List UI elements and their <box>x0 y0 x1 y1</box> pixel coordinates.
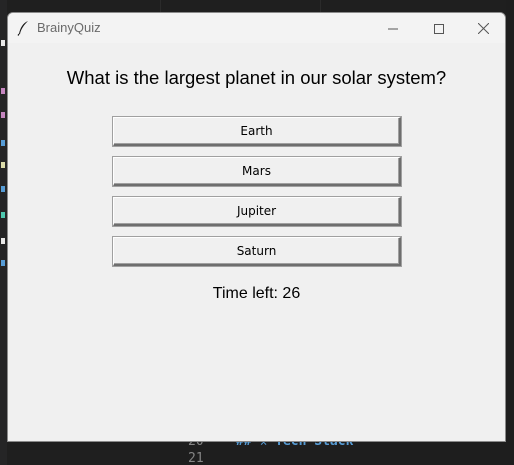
answer-button-mars[interactable]: Mars <box>113 157 401 186</box>
window-title: BrainyQuiz <box>37 20 101 35</box>
bg-glyph <box>1 140 5 146</box>
title-bar[interactable]: BrainyQuiz <box>8 13 505 43</box>
background-code-area: 20 21 ## ⚒ Tech Stack <box>160 434 514 465</box>
bg-glyph <box>1 112 5 118</box>
feather-icon <box>17 20 31 36</box>
bg-glyph <box>1 212 5 218</box>
bg-glyph <box>1 260 5 266</box>
background-right-gutter <box>506 0 514 465</box>
maximize-button[interactable] <box>416 13 462 43</box>
line-number: 21 <box>188 451 204 465</box>
bg-glyph <box>1 186 5 192</box>
background-left-gutter <box>0 0 7 465</box>
timer-label: Time left: 26 <box>212 285 301 302</box>
answer-button-jupiter[interactable]: Jupiter <box>113 197 401 226</box>
bg-glyph <box>1 40 5 46</box>
close-button[interactable] <box>460 13 505 43</box>
maximize-icon <box>434 19 444 38</box>
bg-glyph <box>1 162 5 168</box>
close-icon <box>477 19 489 38</box>
bg-glyph <box>1 88 5 94</box>
bg-glyph <box>1 238 5 244</box>
answer-button-saturn[interactable]: Saturn <box>113 237 401 266</box>
quiz-window: BrainyQuiz What is the largest planet in… <box>7 12 506 442</box>
minimize-button[interactable] <box>370 13 416 43</box>
question-text: What is the largest planet in our solar … <box>66 67 447 88</box>
answer-button-earth[interactable]: Earth <box>113 117 401 146</box>
minimize-icon <box>388 19 398 38</box>
